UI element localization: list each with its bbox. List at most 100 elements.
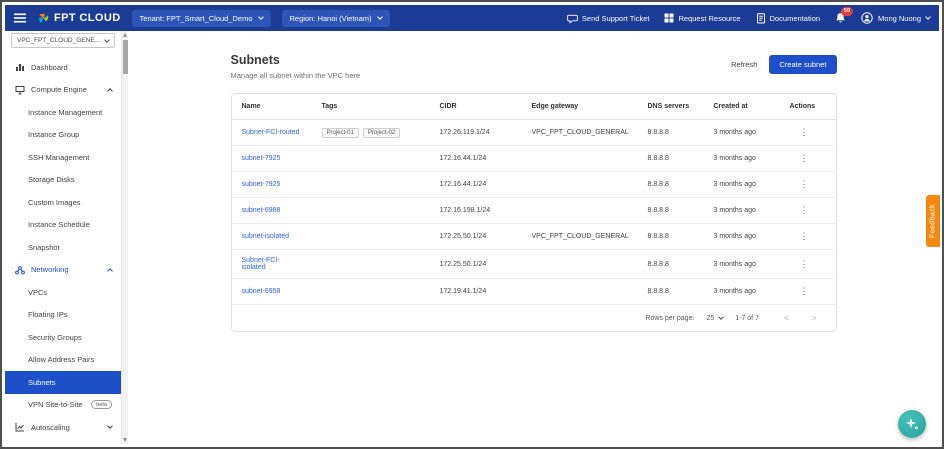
table-row: subnet-isolated 172.25.50.1/24VPC_FPT_CLO… (232, 224, 837, 250)
dns-servers-cell: 8.8.8.8 (638, 198, 704, 224)
sidebar-item-networking[interactable]: Networking (5, 259, 121, 282)
tenant-label: Tenant: FPT_Smart_Cloud_Demo (140, 14, 253, 23)
ai-assistant-button[interactable] (898, 410, 926, 438)
next-page-button[interactable]: > (806, 313, 821, 323)
sidebar-item-vpcs[interactable]: VPCs (5, 281, 121, 304)
row-actions-button[interactable]: ⋮ (790, 127, 819, 137)
column-header-cidr: CIDR (430, 94, 522, 120)
vpc-selector-value: VPC_FPT_CLOUD_GENERAL (17, 37, 105, 44)
cidr-cell: 172.25.50.1/24 (430, 224, 522, 250)
sidebar-item-snapshot[interactable]: Snapshot (5, 236, 121, 259)
request-resource-link[interactable]: Request Resource (664, 13, 740, 23)
dns-servers-cell: 8.8.8.8 (638, 279, 704, 305)
sidebar-item-compute-engine[interactable]: Compute Engine (5, 79, 121, 102)
sidebar-item-label: Security Groups (28, 333, 112, 342)
vpc-selector[interactable]: VPC_FPT_CLOUD_GENERAL (11, 33, 115, 48)
sidebar-item-dashboard[interactable]: Dashboard (5, 56, 121, 79)
chevron-down-icon (718, 314, 724, 320)
sidebar-item-label: Snapshot (28, 243, 112, 252)
row-actions-button[interactable]: ⋮ (790, 259, 819, 269)
table-row: subnet-7925 172.16.44.1/24 8.8.8.83 months… (232, 146, 837, 172)
row-actions-button[interactable]: ⋮ (790, 231, 819, 241)
row-actions-button[interactable]: ⋮ (790, 205, 819, 215)
row-actions-button[interactable]: ⋮ (790, 153, 819, 163)
column-header-actions: Actions (780, 94, 837, 120)
sidebar-item-instance-management[interactable]: Instance Management (5, 101, 121, 124)
brand-text: FPT CLOUD (54, 12, 121, 24)
sidebar-item-label: Custom Images (28, 198, 112, 207)
sidebar-item-ssh-management[interactable]: SSH Management (5, 146, 121, 169)
subnets-table-card: NameTagsCIDREdge gatewayDNS serversCreat… (231, 93, 837, 332)
sidebar-item-label: Storage Disks (28, 175, 112, 184)
sidebar-item-floating-ips[interactable]: Floating IPs (5, 304, 121, 327)
sidebar-scrollbar[interactable] (121, 31, 128, 444)
sidebar-menu: DashboardCompute EngineInstance Manageme… (5, 51, 121, 439)
sidebar-item-label: Instance Schedule (28, 220, 112, 229)
subnet-name-link[interactable]: Subnet-FCI-routed (242, 129, 300, 136)
refresh-button[interactable]: Refresh (731, 60, 757, 69)
ai-sparkle-icon (905, 417, 919, 431)
fpt-logo-mark (37, 12, 50, 25)
menu-icon[interactable] (14, 13, 26, 23)
column-header-created-at: Created at (704, 94, 780, 120)
scroll-up-arrow[interactable] (123, 33, 127, 37)
chevron-up-icon (107, 88, 113, 94)
row-actions-button[interactable]: ⋮ (790, 286, 819, 296)
sidebar-item-storage-disks[interactable]: Storage Disks (5, 169, 121, 192)
prev-page-button[interactable]: < (779, 313, 794, 323)
notification-badge: 59 (841, 7, 853, 16)
create-subnet-button[interactable]: Create subnet (769, 55, 836, 74)
tag-pill: Project-01 (322, 128, 359, 138)
sidebar-item-security-groups[interactable]: Security Groups (5, 326, 121, 349)
chevron-up-icon (107, 268, 113, 274)
user-menu[interactable]: Mong Nuong (861, 12, 930, 24)
created-at-cell: 3 months ago (704, 250, 780, 279)
table-row: Subnet-FCI-routedProject-01Project-02172… (232, 120, 837, 146)
created-at-cell: 3 months ago (704, 172, 780, 198)
created-at-cell: 3 months ago (704, 198, 780, 224)
subnet-name-link[interactable]: Subnet-FCI-isolated (242, 257, 280, 271)
column-header-edge-gateway: Edge gateway (522, 94, 638, 120)
beta-badge: beta (91, 400, 112, 409)
send-support-ticket-link[interactable]: Send Support Ticket (567, 13, 650, 24)
dns-servers-cell: 8.8.8.8 (638, 224, 704, 250)
chevron-down-icon (377, 14, 383, 20)
documentation-link[interactable]: Documentation (756, 13, 820, 24)
sidebar-item-instance-schedule[interactable]: Instance Schedule (5, 214, 121, 237)
dns-servers-cell: 8.8.8.8 (638, 146, 704, 172)
subnet-name-link[interactable]: subnet-7925 (242, 155, 281, 162)
sidebar-item-subnets[interactable]: Subnets (5, 371, 121, 394)
chevron-down-icon (104, 37, 110, 43)
sidebar-item-label: VPN Site-to-Site (28, 400, 85, 409)
dns-servers-cell: 8.8.8.8 (638, 250, 704, 279)
subnet-name-link[interactable]: subnet-6958 (242, 288, 281, 295)
column-header-tags: Tags (312, 94, 430, 120)
sidebar: VPC_FPT_CLOUD_GENERAL DashboardCompute E… (5, 31, 121, 444)
created-at-cell: 3 months ago (704, 224, 780, 250)
subnet-name-link[interactable]: subnet-7925 (242, 181, 281, 188)
rows-per-page-select[interactable]: 25 (706, 315, 723, 322)
created-at-cell: 3 months ago (704, 146, 780, 172)
notifications-button[interactable]: 59 (835, 12, 846, 24)
sidebar-item-custom-images[interactable]: Custom Images (5, 191, 121, 214)
networking-icon (15, 265, 25, 275)
cidr-cell: 172.25.50.1/24 (430, 250, 522, 279)
row-actions-button[interactable]: ⋮ (790, 179, 819, 189)
sidebar-item-allow-address-pairs[interactable]: Allow Address Pairs (5, 349, 121, 372)
edge-gateway-cell: VPC_FPT_CLOUD_GENERAL (522, 224, 638, 250)
sidebar-item-instance-group[interactable]: Instance Group (5, 124, 121, 147)
edge-gateway-cell (522, 198, 638, 224)
subnet-name-link[interactable]: subnet-6988 (242, 207, 281, 214)
region-selector[interactable]: Region: Hanoi (Vietnam) (282, 10, 390, 27)
edge-gateway-cell (522, 146, 638, 172)
scroll-down-arrow[interactable] (123, 438, 127, 442)
sidebar-item-label: Floating IPs (28, 310, 112, 319)
cidr-cell: 172.16.44.1/24 (430, 146, 522, 172)
pagination-range: 1-7 of 7 (735, 315, 759, 322)
tenant-selector[interactable]: Tenant: FPT_Smart_Cloud_Demo (132, 10, 271, 27)
sidebar-item-autoscaling[interactable]: Autoscaling (5, 416, 121, 439)
feedback-tab[interactable]: Feedback (926, 195, 940, 247)
subnet-name-link[interactable]: subnet-isolated (242, 233, 289, 240)
sidebar-item-vpn-site-to-site[interactable]: VPN Site-to-Site beta (5, 394, 121, 417)
page-title: Subnets (231, 53, 361, 67)
